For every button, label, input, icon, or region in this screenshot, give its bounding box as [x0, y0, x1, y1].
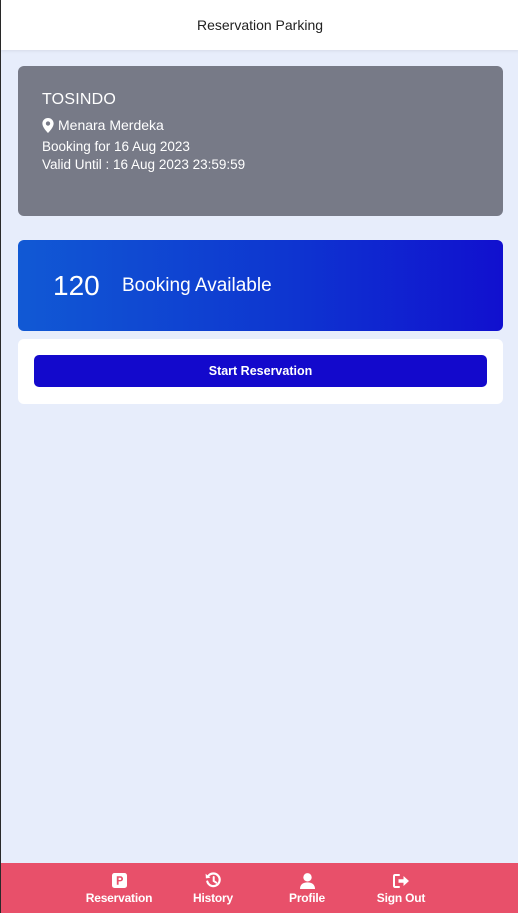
sign-out-icon — [392, 872, 410, 890]
nav-item-profile[interactable]: Profile — [260, 863, 354, 913]
history-icon — [205, 872, 222, 890]
nav-label-sign-out: Sign Out — [376, 890, 426, 905]
nav-label-reservation: Reservation — [85, 890, 153, 905]
available-label: Booking Available — [122, 274, 272, 296]
page-title: Reservation Parking — [196, 17, 324, 33]
nav-label-profile: Profile — [289, 890, 325, 905]
availability-banner: 120 Booking Available — [18, 240, 503, 331]
map-marker-icon — [42, 117, 54, 133]
location-row: Menara Merdeka — [42, 117, 479, 133]
top-header: Reservation Parking — [1, 0, 518, 50]
parking-icon — [111, 872, 127, 890]
user-icon — [299, 872, 315, 890]
booking-date: Booking for 16 Aug 2023 — [42, 139, 190, 154]
bottom-navigation: Reservation History Profile Sign Out — [1, 863, 518, 913]
available-count: 120 — [53, 269, 100, 301]
nav-label-history: History — [193, 890, 233, 905]
start-reservation-button[interactable]: Start Reservation — [34, 355, 487, 387]
nav-item-sign-out[interactable]: Sign Out — [354, 863, 448, 913]
nav-item-reservation[interactable]: Reservation — [72, 863, 166, 913]
nav-item-history[interactable]: History — [166, 863, 260, 913]
booking-info-card: TOSINDO Menara Merdeka Booking for 16 Au… — [18, 66, 503, 216]
app-screen: Reservation Parking TOSINDO Menara Merde… — [0, 0, 518, 913]
company-name: TOSINDO — [42, 91, 117, 108]
location-name: Menara Merdeka — [58, 117, 164, 133]
valid-until: Valid Until : 16 Aug 2023 23:59:59 — [42, 157, 246, 172]
reservation-action-card: Start Reservation — [18, 339, 503, 404]
